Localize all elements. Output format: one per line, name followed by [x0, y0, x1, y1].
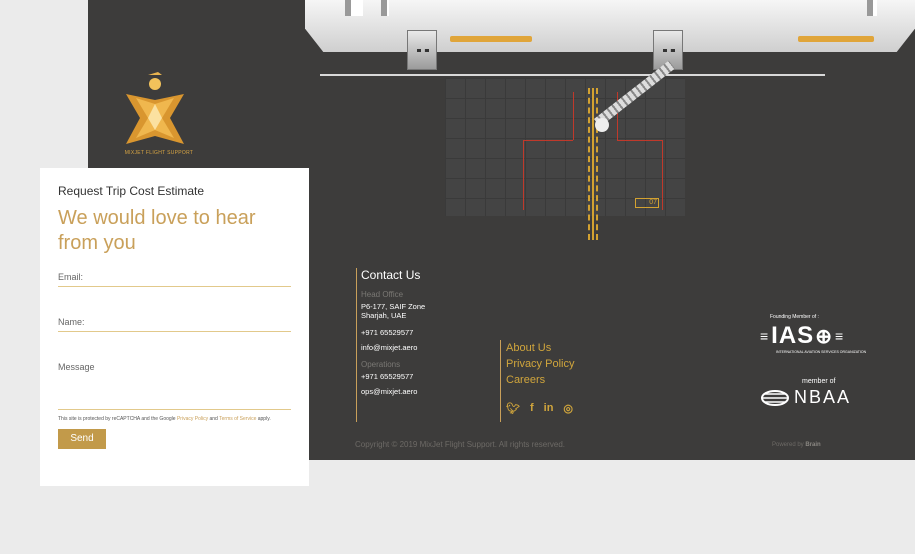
hangar-ceiling [305, 0, 915, 52]
name-field[interactable]: Name: [58, 313, 291, 332]
parking-line [617, 140, 662, 141]
hangar-floor [445, 78, 685, 216]
contact-section: Contact Us Head Office P6-177, SAIF Zone… [356, 268, 486, 422]
globe-icon: ⊕ [815, 325, 833, 348]
parking-line [573, 92, 574, 140]
iaso-badge[interactable]: Founding Member of : ≡ IAS ⊕ ≡ INTERNATI… [760, 314, 888, 370]
phone-link[interactable]: +971 65529577 [361, 328, 486, 337]
careers-link[interactable]: Careers [506, 372, 574, 388]
privacy-policy-link[interactable]: Privacy Policy [177, 416, 208, 422]
address-line: Sharjah, UAE [361, 311, 407, 320]
parking-line [662, 140, 663, 210]
email-field[interactable]: Email: [58, 268, 291, 287]
email-link[interactable]: ops@mixjet.aero [361, 387, 486, 396]
nbaa-badge[interactable]: member of NBAA [760, 378, 888, 414]
send-button[interactable]: Send [58, 429, 106, 449]
recaptcha-and: and [209, 416, 218, 422]
ceiling-light-strip [450, 36, 532, 42]
operations-label: Operations [361, 360, 401, 369]
facebook-icon[interactable]: f [530, 402, 534, 415]
contact-title: Contact Us [361, 268, 421, 282]
logo-text: MIXJET FLIGHT SUPPORT [124, 150, 194, 156]
nbaa-member-text: member of [802, 378, 836, 385]
nbaa-word: NBAA [794, 387, 852, 407]
address-line: P6-177, SAIF Zone [361, 302, 426, 311]
page: 07 MIXJET FLIGHT SUPPORT Request Trip Co… [0, 0, 915, 554]
iaso-founding-text: Founding Member of : [770, 314, 819, 320]
jet-bridge-head [595, 118, 609, 132]
taxi-centerline [592, 88, 594, 240]
powered-by[interactable]: Powered by Brain [772, 442, 821, 448]
nbaa-logo: NBAA [760, 387, 888, 408]
logo-mark-icon [126, 72, 184, 144]
copyright-text: Copyright © 2019 MixJet Flight Support. … [355, 440, 565, 449]
ceiling-bracket [407, 30, 437, 70]
recaptcha-notice: This site is protected by reCAPTCHA and … [58, 416, 291, 423]
twitter-icon[interactable]: 🐦︎ [506, 402, 520, 415]
parking-line [523, 140, 524, 210]
privacy-policy-link[interactable]: Privacy Policy [506, 356, 574, 372]
ceiling-lamp [381, 0, 389, 16]
parking-line [523, 140, 573, 141]
iaso-word: IAS [771, 322, 815, 349]
form-title: We would love to hear from you [58, 207, 256, 254]
iaso-subtitle: INTERNATIONAL AVIATION SERVICES ORGANIZA… [776, 350, 867, 354]
linkedin-icon[interactable]: in [544, 402, 554, 415]
hangar-illustration: 07 [305, 0, 915, 250]
message-field[interactable]: Message [58, 358, 291, 410]
instagram-icon[interactable]: ◎ [563, 402, 573, 415]
mixjet-logo[interactable]: MIXJET FLIGHT SUPPORT [118, 66, 200, 156]
nbaa-globe-icon [761, 389, 789, 406]
terms-link[interactable]: Terms of Service [219, 416, 256, 422]
ceiling-lamp [345, 0, 363, 16]
social-links: 🐦︎ f in ◎ [506, 402, 574, 415]
iaso-logo: ≡ IAS ⊕ ≡ [760, 322, 845, 349]
footer-links: About Us Privacy Policy Careers 🐦︎ f in … [500, 340, 574, 422]
ceiling-light-strip [798, 36, 874, 42]
powered-by-text: Powered by [772, 442, 804, 448]
recaptcha-apply: apply. [257, 416, 271, 422]
about-us-link[interactable]: About Us [506, 340, 574, 356]
hangar-beam [320, 74, 825, 76]
form-subtitle: Request Trip Cost Estimate [58, 184, 205, 198]
ceiling-lamp [867, 0, 877, 16]
recaptcha-text: This site is protected by reCAPTCHA and … [58, 416, 176, 422]
gate-sign: 07 [635, 198, 659, 208]
contact-form-card: Request Trip Cost Estimate We would love… [40, 168, 309, 486]
head-office-label: Head Office [361, 290, 404, 299]
phone-link[interactable]: +971 65529577 [361, 372, 486, 381]
email-link[interactable]: info@mixjet.aero [361, 343, 486, 352]
